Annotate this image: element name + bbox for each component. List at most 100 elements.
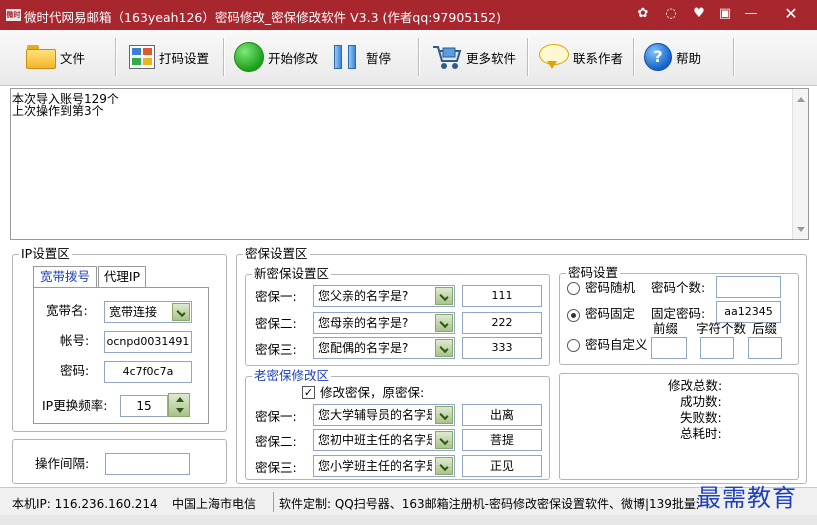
fixed-password-input[interactable]: aa12345 — [716, 301, 781, 323]
old-a3-input[interactable]: 正见 — [462, 455, 542, 477]
new-a3-input[interactable]: 333 — [462, 337, 542, 359]
contact-author-label: 联系作者 — [573, 50, 624, 66]
password-input[interactable]: 4c7f0c7a — [104, 361, 192, 383]
broadband-select[interactable]: 宽带连接 — [104, 301, 192, 323]
scroll-down-icon — [797, 227, 805, 232]
broadband-name-label: 宽带名: — [46, 303, 88, 318]
pause-label: 暂停 — [366, 50, 392, 66]
total-time-label: 总耗时: — [680, 426, 722, 441]
more-software-button[interactable]: 更多软件 — [428, 38, 520, 76]
password-random-label: 密码随机 — [585, 280, 636, 295]
new-q3-select[interactable]: 您配偶的名字是? — [313, 337, 455, 359]
password-custom-label: 密码自定义 — [585, 337, 648, 352]
help-button[interactable]: ? 帮助 — [640, 38, 705, 76]
old-q3-label: 密保三: — [255, 460, 297, 475]
new-q1-select[interactable]: 您父亲的名字是? — [313, 285, 455, 307]
green-circle-icon — [234, 42, 264, 72]
file-button[interactable]: 文件 — [22, 38, 89, 76]
ip-frequency-input[interactable]: 15 — [120, 395, 168, 417]
chat-bubble-icon — [539, 44, 569, 70]
more-software-label: 更多软件 — [466, 50, 517, 66]
old-q1-label: 密保一: — [255, 409, 297, 424]
new-a1-input[interactable]: 111 — [462, 285, 542, 307]
app-icon: 微时代 — [6, 9, 21, 31]
grid-settings-icon — [129, 45, 155, 69]
restore-icon[interactable]: ▣ — [712, 3, 738, 25]
security-settings-title: 密保设置区 — [243, 246, 310, 261]
prefix-label: 前缀 — [653, 321, 679, 336]
old-a2-input[interactable]: 菩提 — [462, 429, 542, 451]
new-q1-label: 密保一: — [255, 289, 297, 304]
password-settings-title: 密码设置 — [566, 265, 621, 280]
local-ip-text: 本机IP: 116.236.160.214 — [12, 497, 158, 511]
fixed-password-label: 固定密码: — [651, 306, 706, 321]
log-scrollbar[interactable] — [792, 89, 808, 239]
password-custom-radio[interactable] — [567, 339, 580, 352]
old-security-title: 老密保修改区 — [252, 368, 332, 383]
old-q2-label: 密保二: — [255, 434, 297, 449]
account-input[interactable]: ocnpd0031491 — [104, 331, 192, 353]
tab-proxy-ip[interactable]: 代理IP — [98, 266, 146, 288]
chevron-down-icon — [435, 287, 453, 305]
password-label: 密码: — [60, 363, 90, 378]
bottom-strip — [0, 515, 817, 525]
chevron-down-icon — [435, 406, 453, 424]
print-settings-label: 打码设置 — [159, 50, 210, 66]
password-random-radio[interactable] — [567, 282, 580, 295]
old-q2-select[interactable]: 您初中班主任的名字是? — [313, 429, 455, 451]
shopping-cart-icon — [432, 43, 462, 71]
scroll-up-icon — [797, 97, 805, 102]
contact-author-button[interactable]: 联系作者 — [535, 38, 627, 76]
ip-frequency-label: IP更换频率: — [42, 398, 108, 413]
chevron-down-icon — [435, 314, 453, 332]
new-a2-input[interactable]: 222 — [462, 312, 542, 334]
password-count-input[interactable] — [716, 276, 781, 298]
char-count-label: 字符个数 — [696, 321, 747, 336]
password-count-label: 密码个数: — [651, 280, 706, 295]
new-q2-select[interactable]: 您母亲的名字是? — [313, 312, 455, 334]
folder-icon — [26, 45, 56, 69]
watermark-text: 最需教育 — [697, 484, 797, 512]
password-fixed-label: 密码固定 — [585, 306, 636, 321]
log-line: 上次操作到第3个 — [12, 104, 104, 118]
chevron-down-icon — [435, 457, 453, 475]
password-fixed-radio[interactable] — [567, 309, 580, 322]
interval-input[interactable] — [105, 453, 190, 475]
old-a1-input[interactable]: 出离 — [462, 404, 542, 426]
start-button[interactable]: 开始修改 — [230, 38, 322, 76]
log-textarea[interactable]: 本次导入账号129个 上次操作到第3个 — [10, 88, 809, 240]
start-label: 开始修改 — [268, 50, 319, 66]
prefix-input[interactable] — [651, 337, 687, 359]
success-count-label: 成功数: — [680, 394, 722, 409]
old-q3-select[interactable]: 您小学班主任的名字是? — [313, 455, 455, 477]
chevron-down-icon — [435, 431, 453, 449]
close-icon[interactable]: ✕ — [778, 3, 804, 25]
print-settings-button[interactable]: 打码设置 — [125, 38, 213, 76]
tab-broadband[interactable]: 宽带拨号 — [33, 266, 97, 288]
window-title: 微时代网易邮箱（163yeah126）密码修改_密保修改软件 V3.3 (作者q… — [24, 10, 501, 25]
frequency-spinner[interactable] — [168, 393, 190, 417]
minimize-icon[interactable]: — — [738, 3, 764, 25]
old-q1-select[interactable]: 您大学辅导员的名字是? — [313, 404, 455, 426]
new-q2-label: 密保二: — [255, 316, 297, 331]
new-q3-label: 密保三: — [255, 342, 297, 357]
suffix-input[interactable] — [748, 337, 782, 359]
skin-icon[interactable]: ◌ — [658, 3, 684, 25]
modify-security-checkbox[interactable]: ✓ — [302, 386, 315, 399]
settings-gear-icon[interactable]: ✿ — [630, 3, 656, 25]
spin-down-icon — [176, 408, 184, 413]
title-bar: 微时代 微时代网易邮箱（163yeah126）密码修改_密保修改软件 V3.3 … — [0, 0, 817, 31]
file-label: 文件 — [60, 50, 86, 66]
custom-software-text: 软件定制: QQ扫号器、163邮箱注册机-密码修改密保设置软件、微博|139批量… — [279, 497, 699, 511]
pause-button[interactable]: 暂停 — [330, 38, 395, 76]
help-label: 帮助 — [676, 50, 702, 66]
spin-up-icon — [176, 397, 184, 402]
total-count-label: 修改总数: — [668, 378, 723, 393]
ip-settings-title: IP设置区 — [19, 246, 72, 261]
char-count-input[interactable] — [700, 337, 734, 359]
interval-label: 操作间隔: — [35, 456, 90, 471]
fail-count-label: 失败数: — [680, 410, 722, 425]
chevron-down-icon — [172, 303, 190, 321]
isp-text: 中国上海市电信 — [172, 497, 257, 511]
shirt-icon[interactable]: ♥ — [686, 3, 712, 25]
